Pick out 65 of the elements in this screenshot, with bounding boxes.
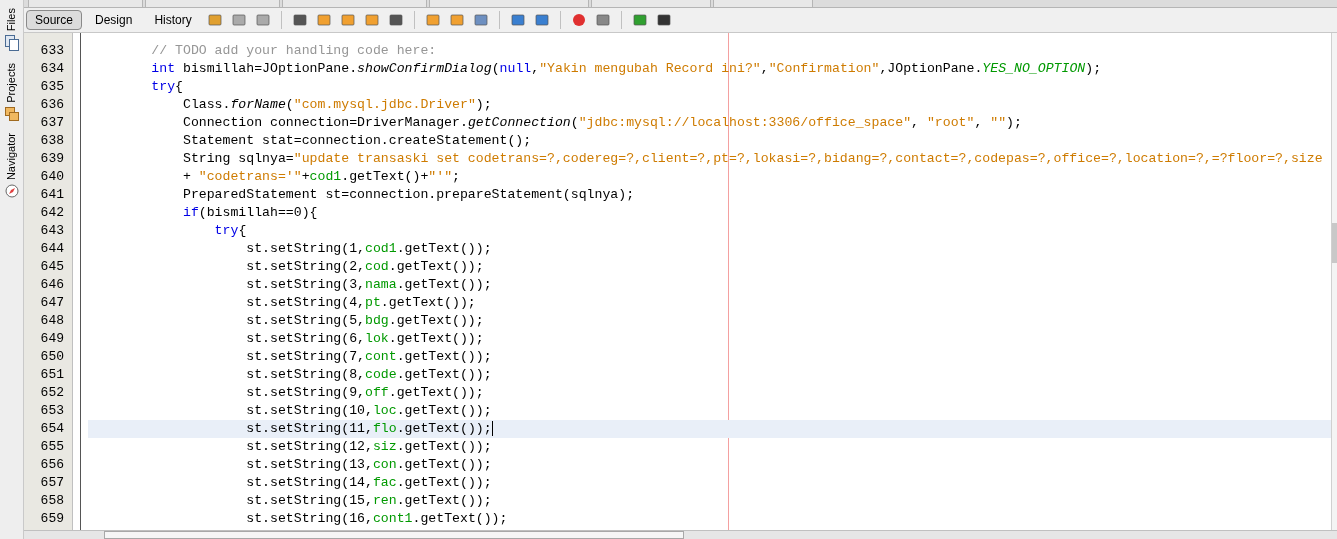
line-number: 652 [40,384,64,402]
code-line: // TODO add your handling code here: [150,42,438,60]
code-line: st.setString(9,off.getText()); [245,384,485,402]
code-line: String sqlnya="update transaski set codetrans=?,codereg=?,client=?,pt=?,lokasi=?,bidang=?,contact=?,codepas=?,office=?,location=?,=?floor=?,size [181,150,1324,168]
code-line: st.setString(6,lok.getText()); [245,330,485,348]
line-number: 639 [40,150,64,168]
code-line: st.setString(2,cod.getText()); [245,258,485,276]
view-tab[interactable]: Source [26,10,83,30]
compass-icon [4,184,19,199]
code-line: st.setString(5,bdg.getText()); [245,312,485,330]
line-number: 650 [40,348,64,366]
code-line: + "codetrans='"+cod1.getText()+"'"; [181,168,461,186]
line-number: 658 [40,492,64,510]
horizontal-scrollbar[interactable] [24,530,1337,539]
line-number: 654 [40,420,64,438]
code-line: try{ [150,78,184,96]
line-number: 659 [40,510,64,528]
code-line: st.setString(16,cont1.getText()); [245,510,509,528]
line-number: 646 [40,276,64,294]
line-number: 635 [40,78,64,96]
line-number: 647 [40,294,64,312]
line-number: 633 [40,42,64,60]
code-line: PreparedStatement st=connection.prepareStatement(sqlnya); [181,186,636,204]
line-number: 641 [40,186,64,204]
line-number: 643 [40,222,64,240]
code-line: st.setString(1,cod1.getText()); [245,240,493,258]
code-line: Class.forName("com.mysql.jdbc.Driver"); [181,96,493,114]
code-line: st.setString(10,loc.getText()); [245,402,493,420]
line-number: 648 [40,312,64,330]
code-line: int bismillah=JOptionPane.showConfirmDialog(null,"Yakin mengubah Record ini?","Confirmation",JOptionPane.YES_NO_OPTION); [150,60,1103,78]
line-number: 642 [40,204,64,222]
side-tab[interactable]: Projects [3,63,20,103]
side-tab[interactable]: Files [3,8,20,32]
line-number: 649 [40,330,64,348]
line-number: 636 [40,96,64,114]
line-number: 637 [40,114,64,132]
record-icon[interactable] [570,12,587,28]
code-line: if(bismillah==0){ [181,204,319,222]
code-line: st.setString(15,ren.getText()); [245,492,493,510]
code-line: st.setString(13,con.getText()); [245,456,493,474]
line-number: 644 [40,240,64,258]
documents-icon [4,35,19,52]
code-line: st.setString(3,nama.getText()); [245,276,493,294]
view-tab[interactable]: Design [86,10,142,30]
code-line: Statement stat=connection.createStatement(); [181,132,533,150]
line-number: 651 [40,366,64,384]
code-line: st.setString(8,code.getText()); [245,366,493,384]
line-number: 634 [40,60,64,78]
line-number: 655 [40,438,64,456]
line-number: 640 [40,168,64,186]
code-line: st.setString(4,pt.getText()); [245,294,477,312]
side-tab[interactable]: Navigator [3,133,20,181]
line-number: 638 [40,132,64,150]
code-line: st.setString(7,cont.getText()); [245,348,493,366]
code-line: st.setString(14,fac.getText()); [245,474,493,492]
line-number: 645 [40,258,64,276]
line-number: 653 [40,402,64,420]
line-number: 657 [40,474,64,492]
code-line: Connection connection=DriverManager.getConnection("jdbc:mysql://localhost:3306/office_space", "root", ""); [181,114,1023,132]
vertical-scrollbar[interactable] [1331,33,1337,530]
view-tab[interactable]: History [145,10,201,30]
code-line: st.setString(12,siz.getText()); [245,438,493,456]
line-number: 656 [40,456,64,474]
code-line: try{ [213,222,248,240]
folders-icon [4,107,19,121]
